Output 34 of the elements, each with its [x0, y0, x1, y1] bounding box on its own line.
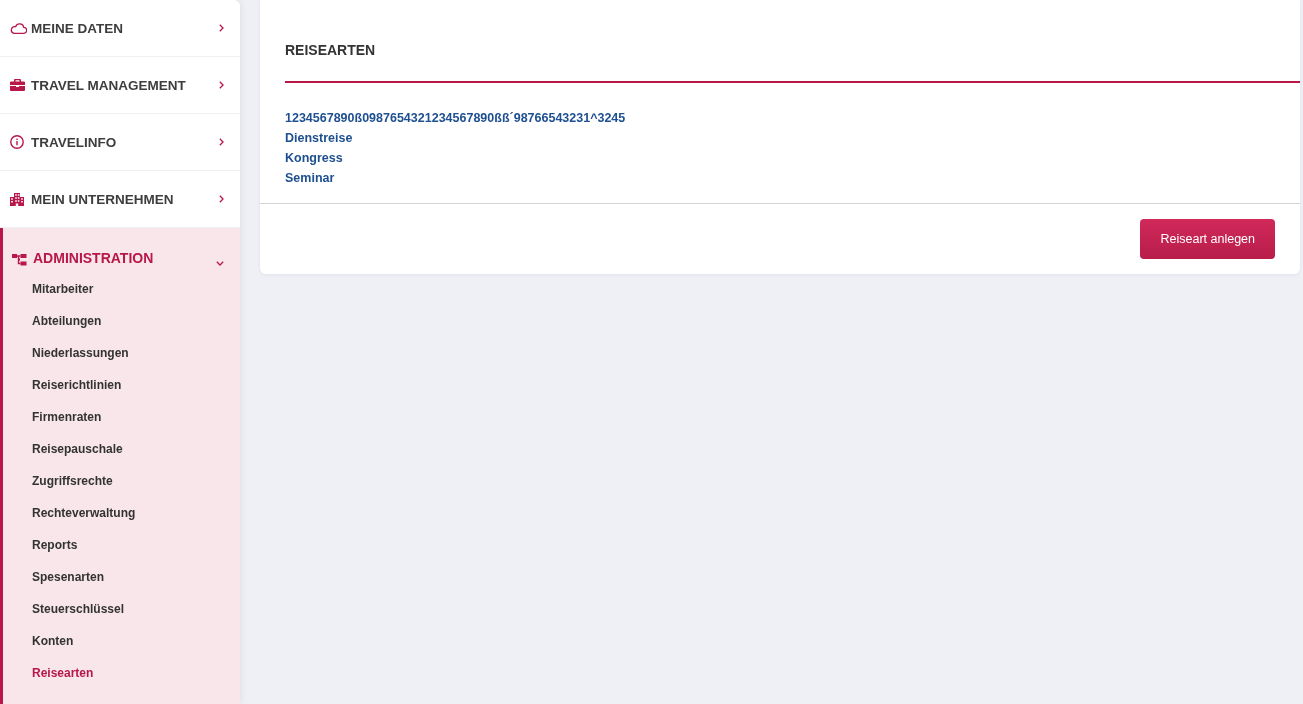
- submenu-item[interactable]: Niederlassungen: [3, 337, 129, 369]
- travel-type-link[interactable]: Dienstreise: [285, 128, 353, 148]
- nav-item[interactable]: MEINE DATEN: [0, 0, 240, 56]
- card-title: REISEARTEN: [285, 42, 376, 58]
- nav-item[interactable]: ADMINISTRATION: [3, 228, 240, 266]
- submenu-item[interactable]: Reiserichtlinien: [3, 369, 122, 401]
- submenu-item[interactable]: Spesenarten: [3, 561, 105, 593]
- travel-type-link[interactable]: Seminar: [285, 168, 335, 188]
- cloud-icon: [10, 22, 27, 34]
- travel-type-link[interactable]: 1234567890ß0987654321234567890ßß´98766543231^3245: [285, 108, 626, 128]
- submenu-item[interactable]: Mitarbeiter: [3, 273, 94, 305]
- sitemap-icon: [12, 254, 27, 266]
- info-icon: [10, 135, 24, 149]
- nav-item[interactable]: TRAVEL MANAGEMENT: [0, 57, 240, 113]
- building-icon: [10, 192, 24, 206]
- nav-item[interactable]: MEIN UNTERNEHMEN: [0, 171, 240, 227]
- submenu-item[interactable]: Konten: [3, 625, 74, 657]
- submenu-item[interactable]: Zugriffsrechte: [3, 465, 113, 497]
- briefcase-icon: [10, 79, 25, 91]
- submenu-item[interactable]: Reports: [3, 529, 78, 561]
- chevron-right-icon: [219, 81, 224, 89]
- submenu-item[interactable]: Reisepauschale: [3, 433, 123, 465]
- submenu-item[interactable]: Firmenraten: [3, 401, 102, 433]
- chevron-down-icon: [216, 261, 224, 266]
- chevron-right-icon: [219, 24, 224, 32]
- submenu-item[interactable]: Rechteverwaltung: [3, 497, 136, 529]
- chevron-right-icon: [219, 195, 224, 203]
- submenu-item[interactable]: Reisearten: [3, 657, 94, 689]
- submenu-item[interactable]: Abteilungen: [3, 305, 102, 337]
- create-travel-type-button[interactable]: Reiseart anlegen: [1140, 219, 1275, 259]
- submenu-item[interactable]: Steuerschlüssel: [3, 593, 125, 625]
- chevron-right-icon: [219, 138, 224, 146]
- travel-type-link[interactable]: Kongress: [285, 148, 343, 168]
- nav-item[interactable]: TRAVELINFO: [0, 114, 240, 170]
